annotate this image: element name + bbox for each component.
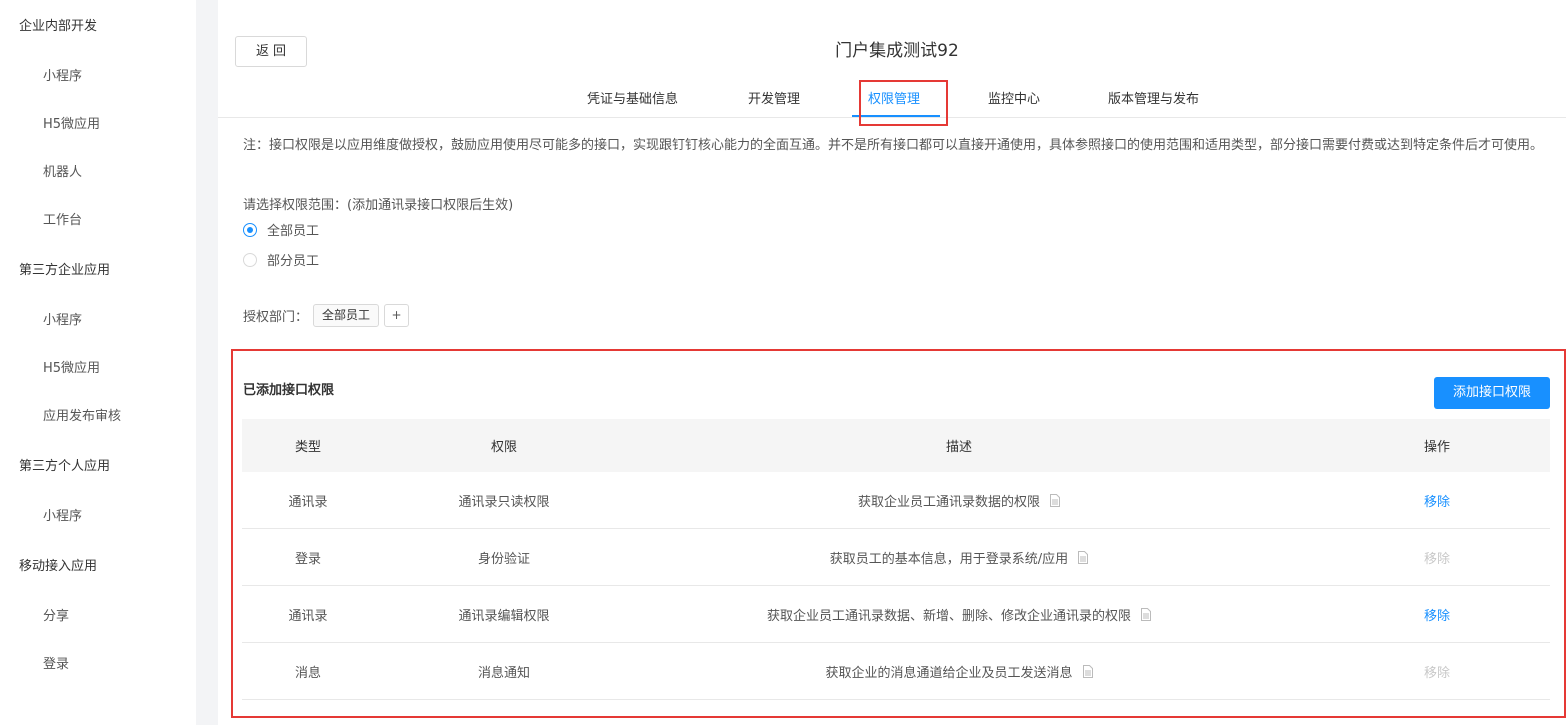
- tab-monitoring[interactable]: 监控中心: [988, 88, 1040, 107]
- row-action: 移除: [1352, 529, 1522, 585]
- col-action: 操作: [1423, 440, 1450, 455]
- row-type: 登录: [294, 551, 321, 567]
- row-description-text: 获取企业的消息通道给企业及员工发送消息: [825, 665, 1073, 681]
- dept-tag[interactable]: 全部员工: [313, 304, 380, 327]
- row-description: 获取企业的消息通道给企业及员工发送消息: [634, 643, 1284, 699]
- radio-unchecked-icon[interactable]: [243, 252, 257, 267]
- table-row: 通讯录 通讯录编辑权限 获取企业员工通讯录数据、新增、删除、修改企业通讯录的权限…: [242, 586, 1550, 643]
- row-permission: 身份验证: [477, 551, 530, 567]
- permissions-table: 类型 权限 描述 操作 通讯录 通讯录只读权限 获取企业员工通讯录数据的权限 移…: [242, 419, 1550, 700]
- remove-link[interactable]: 移除: [1424, 491, 1450, 510]
- row-action: 移除: [1352, 643, 1522, 699]
- row-type: 消息: [294, 665, 321, 681]
- row-action: 移除: [1352, 586, 1522, 642]
- row-permission: 通讯录只读权限: [458, 494, 550, 510]
- row-permission: 通讯录编辑权限: [458, 608, 550, 624]
- sidebar-item-robot[interactable]: 机器人: [43, 161, 82, 180]
- tab-permissions[interactable]: 权限管理: [868, 88, 920, 107]
- row-action: 移除: [1352, 472, 1522, 528]
- col-description: 描述: [945, 440, 972, 455]
- sidebar-item-h5-app[interactable]: H5微应用: [43, 113, 100, 132]
- sidebar: 企业内部开发 小程序 H5微应用 机器人 工作台 第三方企业应用 小程序 H5微…: [0, 0, 196, 725]
- row-description: 获取企业员工通讯录数据、新增、删除、修改企业通讯录的权限: [634, 586, 1284, 642]
- doc-icon[interactable]: [1082, 664, 1093, 678]
- table-row: 登录 身份验证 获取员工的基本信息，用于登录系统/应用 移除: [242, 529, 1550, 586]
- permission-note: 注：接口权限是以应用维度做授权，鼓励应用使用尽可能多的接口，实现跟钉钉核心能力的…: [243, 138, 1544, 153]
- sidebar-item-share[interactable]: 分享: [43, 605, 69, 624]
- table-header: 类型 权限 描述 操作: [242, 419, 1550, 472]
- row-description-text: 获取员工的基本信息，用于登录系统/应用: [829, 551, 1069, 567]
- doc-icon[interactable]: [1050, 493, 1060, 507]
- radio-some-employees[interactable]: 部分员工: [243, 250, 319, 269]
- page-title: 门户集成测试92: [835, 41, 959, 61]
- row-description-text: 获取企业员工通讯录数据、新增、删除、修改企业通讯录的权限: [766, 608, 1131, 624]
- col-permission: 权限: [490, 440, 517, 455]
- radio-checked-icon[interactable]: [243, 222, 257, 237]
- dept-label: 授权部门：: [243, 310, 309, 325]
- sidebar-group-third-party-enterprise[interactable]: 第三方企业应用: [19, 259, 110, 278]
- sidebar-item-mini-program-3p[interactable]: 小程序: [43, 309, 82, 328]
- sidebar-item-workbench[interactable]: 工作台: [43, 209, 82, 228]
- dept-add-button[interactable]: +: [384, 304, 409, 327]
- tab-bar: 凭证与基础信息 开发管理 权限管理 监控中心 版本管理与发布: [218, 78, 1566, 118]
- table-row: 消息 消息通知 获取企业的消息通道给企业及员工发送消息 移除: [242, 643, 1550, 700]
- main-panel: 返回 门户集成测试92 凭证与基础信息 开发管理 权限管理 监控中心 版本管理与…: [218, 0, 1566, 725]
- sidebar-group-internal[interactable]: 企业内部开发: [19, 15, 97, 34]
- tab-credentials[interactable]: 凭证与基础信息: [587, 88, 678, 107]
- remove-link-disabled: 移除: [1423, 665, 1450, 681]
- section-title: 已添加接口权限: [243, 383, 335, 398]
- row-description: 获取员工的基本信息，用于登录系统/应用: [634, 529, 1284, 585]
- sidebar-item-app-review[interactable]: 应用发布审核: [43, 405, 121, 424]
- row-type: 通讯录: [288, 608, 328, 624]
- radio-all-label: 全部员工: [267, 224, 320, 239]
- radio-some-label: 部分员工: [267, 254, 320, 269]
- sidebar-item-login[interactable]: 登录: [43, 653, 69, 672]
- remove-link-disabled: 移除: [1423, 551, 1450, 567]
- table-row: 通讯录 通讯录只读权限 获取企业员工通讯录数据的权限 移除: [242, 472, 1550, 529]
- doc-icon[interactable]: [1078, 550, 1089, 564]
- sidebar-item-mini-program-personal[interactable]: 小程序: [43, 505, 82, 524]
- row-description: 获取企业员工通讯录数据的权限: [634, 472, 1284, 528]
- doc-icon[interactable]: [1141, 607, 1151, 621]
- row-permission: 消息通知: [477, 665, 530, 681]
- sidebar-group-mobile[interactable]: 移动接入应用: [19, 555, 97, 574]
- scope-label: 请选择权限范围：(添加通讯录接口权限后生效): [243, 198, 514, 213]
- remove-link[interactable]: 移除: [1424, 605, 1450, 624]
- active-tab-indicator: [852, 115, 940, 117]
- sidebar-group-third-party-personal[interactable]: 第三方个人应用: [19, 455, 110, 474]
- tab-dev-management[interactable]: 开发管理: [748, 88, 800, 107]
- row-type: 通讯录: [288, 494, 328, 510]
- add-permission-button[interactable]: 添加接口权限: [1434, 377, 1550, 409]
- radio-all-employees[interactable]: 全部员工: [243, 220, 319, 239]
- sidebar-item-mini-program[interactable]: 小程序: [43, 65, 82, 84]
- sidebar-item-h5-app-3p[interactable]: H5微应用: [43, 357, 100, 376]
- col-type: 类型: [294, 440, 321, 455]
- tab-versions[interactable]: 版本管理与发布: [1108, 88, 1199, 107]
- row-description-text: 获取企业员工通讯录数据的权限: [857, 494, 1040, 510]
